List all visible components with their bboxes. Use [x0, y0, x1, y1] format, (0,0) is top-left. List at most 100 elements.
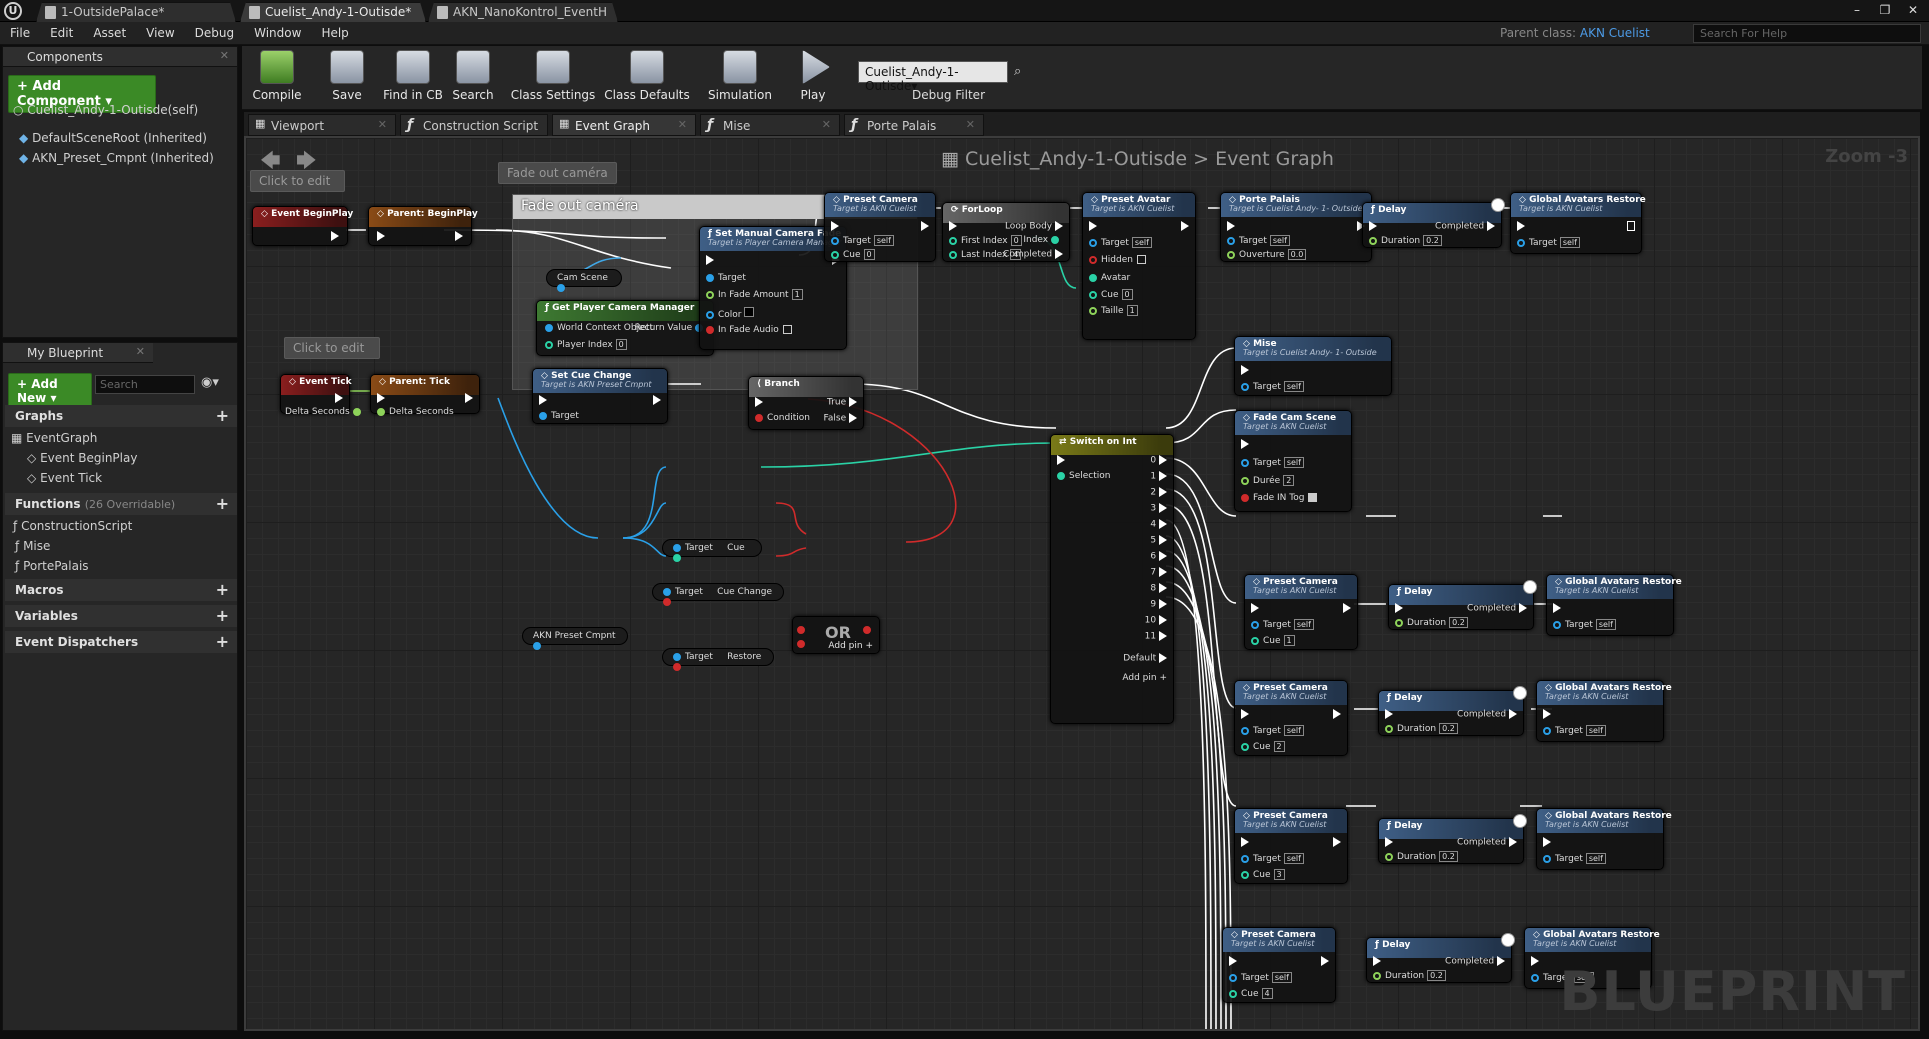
eye-icon[interactable]: ◉▾: [201, 375, 219, 390]
search-button[interactable]: Search: [438, 50, 508, 102]
add-function-icon[interactable]: +: [216, 494, 229, 513]
exec-in-pin[interactable]: [1553, 603, 1561, 614]
dispatchers-section[interactable]: Event Dispatchers +: [5, 631, 237, 653]
color-swatch[interactable]: [744, 307, 755, 317]
case-pin[interactable]: 6: [1150, 551, 1167, 562]
node-get-cue-change[interactable]: Target Cue Change: [652, 583, 784, 606]
pin-value[interactable]: 0.2: [1427, 970, 1446, 981]
input-pin[interactable]: Target self: [1227, 235, 1290, 246]
input-pin[interactable]: [797, 625, 809, 635]
exec-in-pin[interactable]: [1089, 221, 1097, 232]
exec-out-pin[interactable]: [921, 221, 929, 232]
pin-value[interactable]: 0.2: [1449, 617, 1468, 628]
add-graph-icon[interactable]: +: [216, 406, 229, 425]
exec-out-pin[interactable]: [1343, 603, 1351, 614]
exec-out-pin[interactable]: Completed: [1457, 837, 1517, 848]
input-pin[interactable]: [797, 639, 809, 649]
click-to-edit-bubble[interactable]: Click to edit: [250, 170, 345, 192]
pin-value[interactable]: self: [1293, 619, 1314, 630]
pin-value[interactable]: self: [1585, 725, 1606, 736]
exec-in-pin[interactable]: [1369, 221, 1377, 232]
add-dispatcher-icon[interactable]: +: [216, 632, 229, 651]
pin-value[interactable]: self: [1283, 853, 1304, 864]
minimize-icon[interactable]: –: [1847, 2, 1867, 18]
input-pin[interactable]: Ouverture 0.0: [1227, 249, 1307, 260]
case-pin[interactable]: 7: [1150, 567, 1167, 578]
pin-value[interactable]: 0.2: [1439, 851, 1458, 862]
graphs-section[interactable]: Graphs +: [5, 405, 237, 427]
exec-in-pin[interactable]: [706, 255, 714, 266]
exec-out-pin[interactable]: [1321, 956, 1329, 967]
menu-view[interactable]: View: [136, 22, 184, 40]
input-pin[interactable]: Target self: [1241, 457, 1304, 468]
node-global-avatars-restore[interactable]: ◇ Global Avatars Restore Target is AKN Cu…: [1536, 680, 1672, 742]
class-defaults-button[interactable]: Class Defaults: [602, 50, 692, 102]
node-fade-cam-scene[interactable]: ◇ Fade Cam Scene Target is AKN Cuelist Ta…: [1234, 410, 1352, 512]
node-branch[interactable]: ⟨ Branch True Condition False: [748, 376, 864, 430]
parent-class-link[interactable]: AKN Cuelist: [1580, 26, 1650, 40]
node-event-beginplay[interactable]: ◇ Event BeginPlay: [252, 206, 353, 246]
graph-item-tick[interactable]: ◇ Event Tick: [27, 471, 102, 485]
pin-value[interactable]: 0.2: [1423, 235, 1442, 246]
input-pin[interactable]: Cue 4: [1229, 988, 1273, 999]
exec-in-pin[interactable]: [377, 231, 385, 242]
exec-in-pin[interactable]: [1241, 837, 1249, 848]
exec-in-pin[interactable]: [1385, 709, 1393, 720]
close-icon[interactable]: ✕: [966, 118, 975, 131]
graph-item-eventgraph[interactable]: ▦ EventGraph: [11, 431, 97, 445]
input-pin[interactable]: Target self: [1517, 237, 1580, 248]
event-graph-canvas[interactable]: 🡄 🡆 ▦ Cuelist_Andy-1-Outisde > Event Gra…: [244, 136, 1920, 1031]
pin-value[interactable]: self: [1271, 972, 1292, 983]
case-pin[interactable]: 11: [1145, 631, 1167, 642]
close-icon[interactable]: ✕: [1903, 2, 1923, 18]
node-preset-camera[interactable]: ◇ Preset Camera Target is AKN Cuelist Tar…: [1234, 680, 1348, 756]
exec-in-pin[interactable]: [1531, 956, 1539, 967]
exec-out-pin[interactable]: [1333, 837, 1341, 848]
exec-out-pin[interactable]: Completed: [1457, 709, 1517, 720]
input-pin[interactable]: Cue 2: [1241, 741, 1285, 752]
exec-in-pin[interactable]: [1241, 365, 1249, 376]
play-button[interactable]: Play: [778, 50, 848, 102]
input-pin[interactable]: Cue 3: [1241, 869, 1285, 880]
input-pin[interactable]: Player Index 0: [545, 339, 627, 350]
node-preset-camera[interactable]: ◇ Preset Camera Target is AKN Cuelist Tar…: [824, 192, 936, 262]
exec-in-pin[interactable]: [1517, 221, 1525, 232]
input-pin[interactable]: Avatar: [1089, 273, 1130, 283]
menu-help[interactable]: Help: [311, 22, 358, 40]
input-pin[interactable]: Target self: [1251, 619, 1314, 630]
menu-debug[interactable]: Debug: [185, 22, 244, 40]
input-pin[interactable]: Cue 0: [831, 249, 875, 260]
input-pin[interactable]: Duration 0.2: [1369, 235, 1442, 246]
input-pin[interactable]: In Fade Audio: [706, 325, 792, 335]
close-icon[interactable]: ✕: [220, 49, 229, 62]
comment-bubble[interactable]: Fade out caméra: [498, 162, 617, 184]
tab-event-graph[interactable]: ▦ Event Graph ✕: [552, 114, 696, 136]
input-pin[interactable]: Target self: [1543, 725, 1606, 736]
case-pin[interactable]: 9: [1150, 599, 1167, 610]
exec-in-pin[interactable]: [1395, 603, 1403, 614]
node-global-avatars-restore[interactable]: ◇ Global Avatars Restore Target is AKN Cu…: [1546, 574, 1682, 636]
exec-in-pin[interactable]: [949, 221, 957, 232]
exec-in-pin[interactable]: [1251, 603, 1259, 614]
exec-out-pin[interactable]: Completed: [1003, 249, 1063, 260]
input-pin[interactable]: Target self: [1553, 619, 1616, 630]
output-pin[interactable]: Delta Seconds: [285, 407, 365, 417]
input-pin[interactable]: Target self: [1241, 853, 1304, 864]
case-pin[interactable]: 8: [1150, 583, 1167, 594]
add-pin-button[interactable]: Add pin +: [1122, 673, 1167, 683]
close-icon[interactable]: ✕: [378, 118, 387, 131]
menu-edit[interactable]: Edit: [40, 22, 83, 40]
tab-level[interactable]: 1-OutsidePalace*: [36, 2, 236, 22]
checkbox[interactable]: [782, 325, 792, 334]
input-pin[interactable]: In Fade Amount 1: [706, 289, 803, 300]
pin-value[interactable]: self: [1269, 235, 1290, 246]
node-or[interactable]: OR Add pin +: [792, 616, 880, 654]
exec-out-pin[interactable]: False: [824, 413, 857, 424]
exec-out-pin[interactable]: [653, 395, 661, 406]
component-item[interactable]: ◆ AKN_Preset_Cmpnt (Inherited): [19, 151, 214, 165]
component-root[interactable]: ○ Cuelist_Andy-1-Outisde(self): [13, 103, 198, 117]
exec-out-pin[interactable]: [1333, 709, 1341, 720]
exec-out-pin[interactable]: [335, 393, 343, 404]
output-pin[interactable]: Index: [1023, 235, 1063, 245]
node-mise[interactable]: ◇ Mise Target is Cuelist Andy- 1- Outside…: [1234, 336, 1392, 396]
